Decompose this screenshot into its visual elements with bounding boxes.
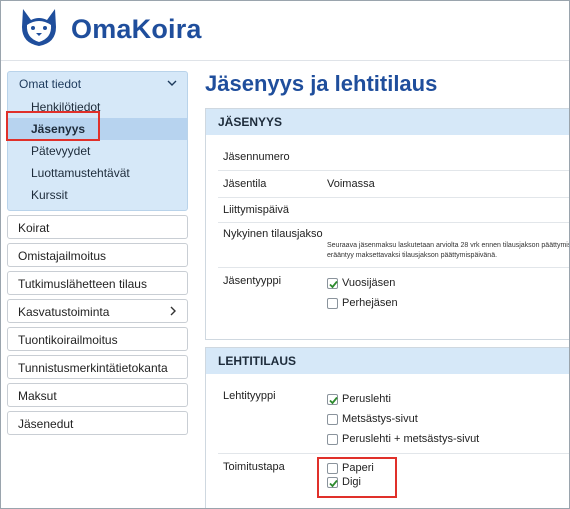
divider: [218, 453, 569, 454]
checkbox-label: Perhejäsen: [342, 297, 398, 309]
sidebar-item-koirat[interactable]: Koirat: [7, 215, 188, 239]
member-status-value: Voimassa: [327, 178, 375, 190]
member-status-label: Jäsentila: [223, 178, 267, 190]
sidebar-item-tunnistusmerkintatietokanta[interactable]: Tunnistusmerkintätietokanta: [7, 355, 188, 379]
sidebar-item-kasvatustoiminta[interactable]: Kasvatustoiminta: [7, 299, 188, 323]
sidebar-group-header[interactable]: Omat tiedot: [8, 72, 187, 96]
divider: [218, 170, 569, 171]
sidebar-item-tuontikoirailmoitus[interactable]: Tuontikoirailmoitus: [7, 327, 188, 351]
member-type-label: Jäsentyyppi: [223, 275, 282, 287]
chevron-right-icon: [170, 306, 176, 316]
joined-date-label: Liittymispäivä: [223, 204, 290, 216]
sidebar-item-jasenedut[interactable]: Jäsenedut: [7, 411, 188, 435]
highlight-box-jasenyys: [6, 111, 100, 141]
delivery-method-label: Toimitustapa: [223, 461, 285, 473]
sidebar-item-label: Koirat: [18, 221, 50, 235]
sidebar-group-label: Omat tiedot: [19, 77, 82, 91]
sidebar-item-patevyydet[interactable]: Pätevyydet: [8, 140, 187, 162]
dog-logo-icon[interactable]: [17, 5, 61, 49]
checkbox-box[interactable]: [327, 414, 338, 425]
highlight-box-delivery: [317, 457, 397, 498]
subscription-period-label: Nykyinen tilausjakso: [223, 228, 323, 240]
checkmark-icon: [329, 396, 338, 405]
sidebar-item-kurssit[interactable]: Kurssit: [8, 184, 187, 206]
top-header: OmaKoira: [1, 1, 569, 61]
sidebar-item-label: Luottamustehtävät: [31, 166, 130, 180]
sidebar-item-label: Tunnistusmerkintätietokanta: [18, 361, 168, 375]
checkbox-box[interactable]: [327, 434, 338, 445]
chevron-down-icon: [167, 80, 177, 86]
sidebar-item-label: Tutkimuslähetteen tilaus: [18, 277, 147, 291]
checkbox-label: Peruslehti: [342, 393, 391, 405]
subscription-period-note: Seuraava jäsenmaksu laskutetaan arviolta…: [327, 242, 570, 249]
divider: [218, 267, 569, 268]
divider: [218, 197, 569, 198]
magazine-type-label: Lehtityyppi: [223, 390, 276, 402]
brand-title[interactable]: OmaKoira: [71, 14, 202, 45]
checkbox-label: Metsästys-sivut: [342, 413, 418, 425]
checkbox-box[interactable]: [327, 394, 338, 405]
sidebar-item-label: Pätevyydet: [31, 144, 91, 158]
subscription-period-note: erääntyy maksettavaksi tilausjakson päät…: [327, 252, 498, 259]
page-title: Jäsenyys ja lehtitilaus: [205, 71, 438, 96]
sidebar-item-label: Maksut: [18, 389, 57, 403]
sidebar-item-label: Tuontikoirailmoitus: [18, 333, 118, 347]
sidebar-item-tutkimuslahetteen-tilaus[interactable]: Tutkimuslähetteen tilaus: [7, 271, 188, 295]
checkbox-box[interactable]: [327, 278, 338, 289]
member-number-label: Jäsennumero: [223, 151, 290, 163]
sidebar-item-maksut[interactable]: Maksut: [7, 383, 188, 407]
sidebar-group-omat-tiedot: Omat tiedot Henkilötiedot Jäsenyys Pätev…: [7, 71, 188, 211]
sidebar-item-label: Omistajailmoitus: [18, 249, 107, 263]
checkbox-label: Peruslehti + metsästys-sivut: [342, 433, 480, 445]
membership-panel: JÄSENYYS Jäsennumero Jäsentila Voimassa …: [205, 108, 570, 340]
sidebar-item-label: Kurssit: [31, 188, 68, 202]
sidebar-item-omistajailmoitus[interactable]: Omistajailmoitus: [7, 243, 188, 267]
checkmark-icon: [329, 280, 338, 289]
checkbox-box[interactable]: [327, 298, 338, 309]
sidebar-item-label: Kasvatustoiminta: [18, 305, 110, 319]
membership-heading: JÄSENYYS: [206, 109, 569, 135]
app-window: OmaKoira Omat tiedot Henkilötiedot Jäsen…: [0, 0, 570, 509]
checkbox-label: Vuosijäsen: [342, 277, 396, 289]
magazine-heading: LEHTITILAUS: [206, 348, 569, 374]
sidebar-item-luottamustehtavat[interactable]: Luottamustehtävät: [8, 162, 187, 184]
divider: [218, 222, 569, 223]
sidebar-item-label: Jäsenedut: [18, 417, 74, 431]
